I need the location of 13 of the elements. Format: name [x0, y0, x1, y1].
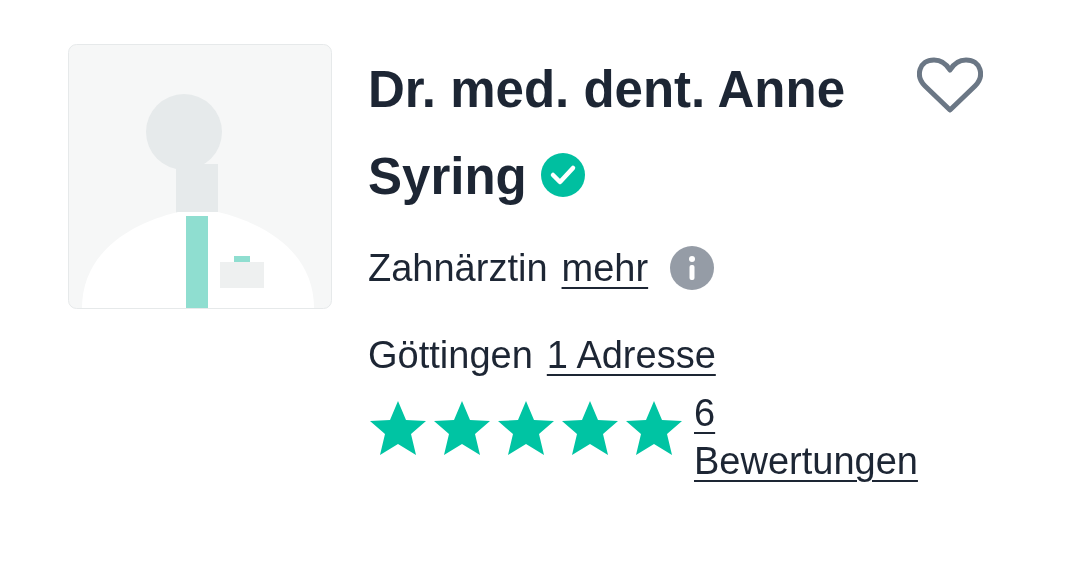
star-icon: [624, 399, 684, 457]
star-icon: [368, 399, 428, 457]
city: Göttingen: [368, 334, 533, 377]
favorite-heart-icon[interactable]: [917, 56, 983, 114]
address-link[interactable]: 1 Adresse: [546, 334, 716, 377]
star-icon: [432, 399, 492, 457]
specialty: Zahnärztin: [368, 246, 548, 290]
star-icon: [496, 399, 556, 457]
star-icon: [560, 399, 620, 457]
reviews-link[interactable]: 6 Bewertungen: [694, 389, 918, 485]
info-icon[interactable]: [670, 246, 715, 290]
doctor-name: Dr. med. dent. Anne Syring: [368, 61, 845, 205]
more-link[interactable]: mehr: [561, 246, 649, 290]
